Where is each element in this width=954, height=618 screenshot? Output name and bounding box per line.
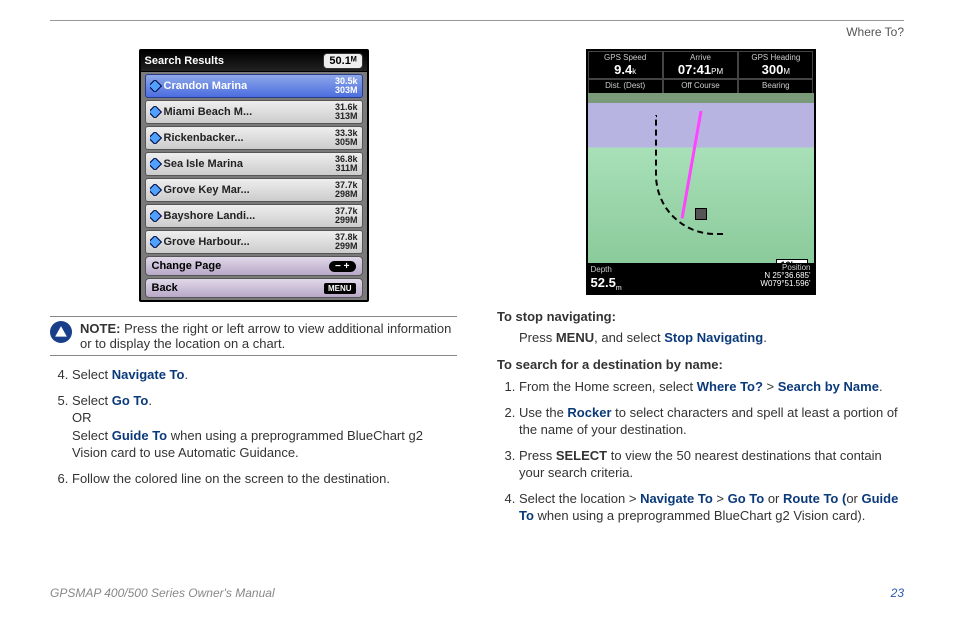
- left-steps: Select Navigate To. Select Go To. OR Sel…: [50, 366, 457, 487]
- map-device: GPS Speed9.4kArrive07:41PMGPS Heading300…: [586, 49, 816, 295]
- marina-icon: [150, 210, 162, 222]
- search-step-1: From the Home screen, select Where To? >…: [519, 378, 904, 396]
- note-text: NOTE: Press the right or left arrow to v…: [80, 321, 457, 351]
- map-data-cell: Arrive07:41PM: [663, 51, 738, 79]
- note-icon: [50, 321, 72, 343]
- search-result-row[interactable]: Rickenbacker... 33.3k305M: [145, 126, 363, 150]
- map-data-cell: GPS Heading300M: [738, 51, 813, 79]
- marina-icon: [150, 132, 162, 144]
- back-button[interactable]: Back MENU: [145, 278, 363, 298]
- menu-pill-icon: MENU: [324, 283, 356, 294]
- device-titlebar: Search Results 50.1ᴹ: [141, 51, 367, 72]
- left-column: Search Results 50.1ᴹ Crandon Marina 30.5k…: [50, 49, 457, 533]
- position-cell: Position N 25°36.685' W079°51.596': [760, 264, 810, 292]
- search-step-3: Press SELECT to view the 50 nearest dest…: [519, 447, 904, 482]
- book-title: GPSMAP 400/500 Series Owner's Manual: [50, 586, 275, 600]
- back-label: Back: [152, 282, 178, 294]
- map-data-cell: GPS Speed9.4k: [588, 51, 663, 79]
- result-name: Rickenbacker...: [164, 132, 244, 144]
- result-distance: 36.8k311M: [335, 155, 358, 173]
- stop-navigating-head: To stop navigating:: [497, 309, 904, 324]
- depth-cell: Depth 52.5m: [591, 264, 622, 292]
- marina-icon: [150, 80, 162, 92]
- search-result-row[interactable]: Sea Isle Marina 36.8k311M: [145, 152, 363, 176]
- search-by-name-head: To search for a destination by name:: [497, 357, 904, 372]
- boat-icon: [695, 208, 707, 220]
- result-name: Bayshore Landi...: [164, 210, 256, 222]
- step-5: Select Go To. OR Select Guide To when us…: [72, 392, 457, 462]
- search-result-row[interactable]: Miami Beach M... 31.6k313M: [145, 100, 363, 124]
- marina-icon: [150, 158, 162, 170]
- result-distance: 37.7k298M: [335, 181, 358, 199]
- plus-minus-icon: − +: [329, 261, 355, 272]
- search-result-row[interactable]: Crandon Marina 30.5k303M: [145, 74, 363, 98]
- result-name: Sea Isle Marina: [164, 158, 244, 170]
- right-column: GPS Speed9.4kArrive07:41PMGPS Heading300…: [497, 49, 904, 533]
- search-result-row[interactable]: Grove Key Mar... 37.7k298M: [145, 178, 363, 202]
- search-result-row[interactable]: Grove Harbour... 37.8k299M: [145, 230, 363, 254]
- result-distance: 30.5k303M: [335, 77, 358, 95]
- change-page-label: Change Page: [152, 260, 222, 272]
- search-step-2: Use the Rocker to select characters and …: [519, 404, 904, 439]
- result-name: Grove Key Mar...: [164, 184, 250, 196]
- stop-navigating-body: Press MENU, and select Stop Navigating.: [497, 330, 904, 345]
- land-strip: [588, 93, 814, 103]
- step-4: Select Navigate To.: [72, 366, 457, 384]
- result-distance: 33.3k305M: [335, 129, 358, 147]
- result-distance: 31.6k313M: [335, 103, 358, 121]
- map-bottom-bar: Depth 52.5m Position N 25°36.685' W079°5…: [588, 263, 814, 293]
- result-distance: 37.8k299M: [335, 233, 358, 251]
- section-title: Where To?: [50, 25, 904, 39]
- result-name: Crandon Marina: [164, 80, 248, 92]
- header-rule: [50, 20, 904, 21]
- marina-icon: [150, 236, 162, 248]
- search-steps: From the Home screen, select Where To? >…: [497, 378, 904, 525]
- marina-icon: [150, 106, 162, 118]
- page-footer: GPSMAP 400/500 Series Owner's Manual 23: [50, 586, 904, 600]
- note-box: NOTE: Press the right or left arrow to v…: [50, 316, 457, 356]
- search-step-4: Select the location > Navigate To > Go T…: [519, 490, 904, 525]
- result-name: Miami Beach M...: [164, 106, 253, 118]
- map-area: 12km: [588, 93, 814, 275]
- page-number: 23: [891, 586, 904, 600]
- result-name: Grove Harbour...: [164, 236, 250, 248]
- search-result-row[interactable]: Bayshore Landi... 37.7k299M: [145, 204, 363, 228]
- distance-badge: 50.1ᴹ: [323, 53, 362, 69]
- marina-icon: [150, 184, 162, 196]
- note-label: NOTE:: [80, 321, 120, 336]
- device-title: Search Results: [145, 55, 224, 67]
- result-distance: 37.7k299M: [335, 207, 358, 225]
- change-page-button[interactable]: Change Page − +: [145, 256, 363, 276]
- two-column-layout: Search Results 50.1ᴹ Crandon Marina 30.5k…: [50, 49, 904, 533]
- step-6: Follow the colored line on the screen to…: [72, 470, 457, 488]
- search-results-device: Search Results 50.1ᴹ Crandon Marina 30.5k…: [139, 49, 369, 302]
